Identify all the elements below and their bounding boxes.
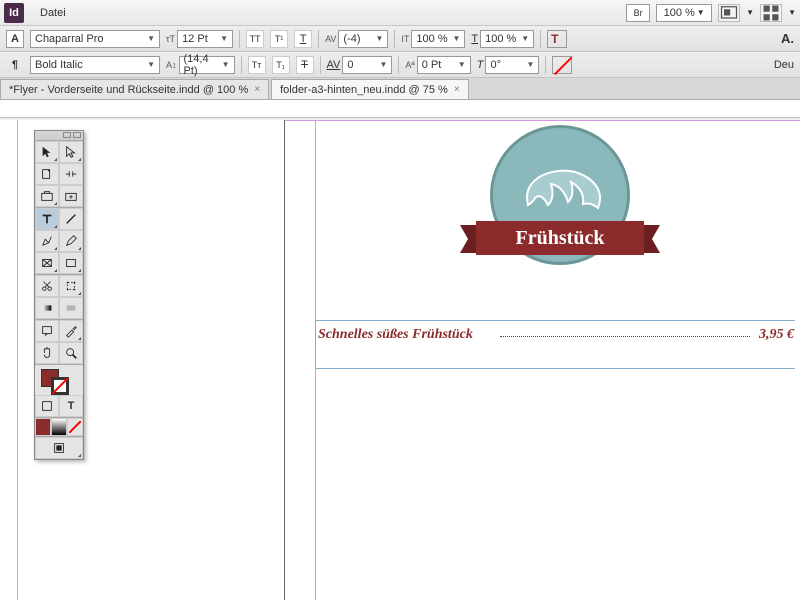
- skew-dropdown[interactable]: 0°▼: [485, 56, 539, 74]
- close-icon[interactable]: ×: [254, 84, 260, 95]
- rectangle-tool[interactable]: [59, 252, 83, 274]
- leading-icon: A↕: [166, 60, 177, 70]
- pencil-tool[interactable]: [59, 230, 83, 252]
- panel-header[interactable]: [35, 131, 83, 141]
- tab-leader: [500, 336, 750, 337]
- small-caps-button[interactable]: Tᴛ: [248, 56, 266, 74]
- scissors-tool[interactable]: [35, 275, 59, 297]
- strikethrough-button[interactable]: T: [296, 56, 314, 74]
- document-tabs: *Flyer - Vorderseite und Rückseite.indd …: [0, 78, 800, 100]
- kerning-dropdown[interactable]: (-4)▼: [338, 30, 388, 48]
- all-caps-button[interactable]: TT: [246, 30, 264, 48]
- croissant-icon: [513, 160, 613, 230]
- hscale-dropdown[interactable]: 100 %▼: [480, 30, 534, 48]
- note-tool[interactable]: [35, 320, 59, 342]
- zoom-tool[interactable]: [59, 342, 83, 364]
- menu-bar: Id Datei Br 100 %▼ ▼ ▼: [0, 0, 800, 26]
- free-transform-tool[interactable]: [59, 275, 83, 297]
- badge-title: Frühstück: [516, 227, 605, 250]
- close-icon[interactable]: ×: [454, 84, 460, 95]
- apply-gradient-button[interactable]: [51, 418, 67, 436]
- bridge-button[interactable]: Br: [626, 4, 650, 22]
- font-style-dropdown[interactable]: Bold Italic▼: [30, 56, 160, 74]
- stroke-color[interactable]: [51, 377, 69, 395]
- arrange-button[interactable]: [760, 4, 782, 22]
- fill-swatch[interactable]: T: [547, 30, 567, 48]
- badge-graphic: Frühstück: [460, 125, 660, 305]
- menu-item-heading[interactable]: Schnelles süßes Frühstück: [318, 327, 473, 343]
- fill-stroke-proxy[interactable]: [35, 365, 83, 395]
- menu-item-price[interactable]: 3,95 €: [759, 327, 794, 343]
- hscale-icon: T: [471, 33, 478, 45]
- gap-tool[interactable]: [59, 163, 83, 185]
- page: Frühstück Schnelles süßes Frühstück 3,95…: [284, 120, 800, 600]
- paragraph-formatting-button[interactable]: ¶: [6, 56, 24, 74]
- screen-mode-button[interactable]: [718, 4, 740, 22]
- character-panel-icon[interactable]: A.: [781, 31, 794, 46]
- formatting-text-button[interactable]: T: [59, 395, 83, 417]
- baseline-dropdown[interactable]: 0 Pt▼: [417, 56, 471, 74]
- type-tool[interactable]: [35, 208, 59, 230]
- eyedropper-tool[interactable]: [59, 320, 83, 342]
- margin-guide: [285, 120, 800, 121]
- text-frame-edge: [315, 320, 795, 321]
- tracking-dropdown[interactable]: 0▼: [342, 56, 392, 74]
- text-frame-edge: [315, 320, 316, 368]
- control-panel-row2: ¶ Bold Italic▼ A↕(14,4 Pt)▼ Tᴛ T₁ T AV0▼…: [0, 52, 800, 78]
- underline-button[interactable]: T: [294, 30, 312, 48]
- font-size-icon: τT: [166, 34, 175, 44]
- leading-dropdown[interactable]: (14,4 Pt)▼: [179, 56, 235, 74]
- vscale-dropdown[interactable]: 100 %▼: [411, 30, 465, 48]
- superscript-button[interactable]: T¹: [270, 30, 288, 48]
- vertical-ruler[interactable]: [0, 120, 18, 600]
- font-size-dropdown[interactable]: 12 Pt▼: [177, 30, 233, 48]
- gradient-feather-tool[interactable]: [59, 297, 83, 319]
- stroke-swatch[interactable]: [552, 56, 572, 74]
- formatting-container-button[interactable]: [35, 395, 59, 417]
- language-label: Deu: [774, 59, 794, 71]
- subscript-button[interactable]: T₁: [272, 56, 290, 74]
- baseline-icon: Aª: [405, 60, 414, 70]
- view-mode-button[interactable]: [35, 437, 83, 459]
- horizontal-ruler[interactable]: [0, 100, 800, 118]
- direct-selection-tool[interactable]: [59, 141, 83, 163]
- apply-none-button[interactable]: [67, 418, 83, 436]
- content-placer-tool[interactable]: [59, 185, 83, 207]
- tools-panel: T: [34, 130, 84, 460]
- zoom-level[interactable]: 100 %▼: [656, 4, 712, 22]
- vscale-icon: IT: [401, 34, 409, 44]
- kerning-icon: AV: [325, 34, 336, 44]
- gradient-swatch-tool[interactable]: [35, 297, 59, 319]
- pen-tool[interactable]: [35, 230, 59, 252]
- control-panel-row1: A Chaparral Pro▼ τT12 Pt▼ TT T¹ T AV(-4)…: [0, 26, 800, 52]
- canvas[interactable]: Frühstück Schnelles süßes Frühstück 3,95…: [18, 120, 800, 600]
- character-formatting-button[interactable]: A: [6, 30, 24, 48]
- menu-datei[interactable]: Datei: [32, 3, 74, 23]
- font-family-dropdown[interactable]: Chaparral Pro▼: [30, 30, 160, 48]
- document-tab[interactable]: folder-a3-hinten_neu.indd @ 75 %×: [271, 79, 469, 99]
- text-frame-edge: [315, 368, 795, 369]
- line-tool[interactable]: [59, 208, 83, 230]
- hand-tool[interactable]: [35, 342, 59, 364]
- document-tab[interactable]: *Flyer - Vorderseite und Rückseite.indd …: [0, 79, 269, 99]
- skew-icon: T: [477, 59, 484, 71]
- content-collector-tool[interactable]: [35, 185, 59, 207]
- apply-color-button[interactable]: [35, 418, 51, 436]
- rectangle-frame-tool[interactable]: [35, 252, 59, 274]
- selection-tool[interactable]: [35, 141, 59, 163]
- page-tool[interactable]: [35, 163, 59, 185]
- app-logo: Id: [4, 3, 24, 23]
- tracking-icon: AV: [327, 59, 341, 71]
